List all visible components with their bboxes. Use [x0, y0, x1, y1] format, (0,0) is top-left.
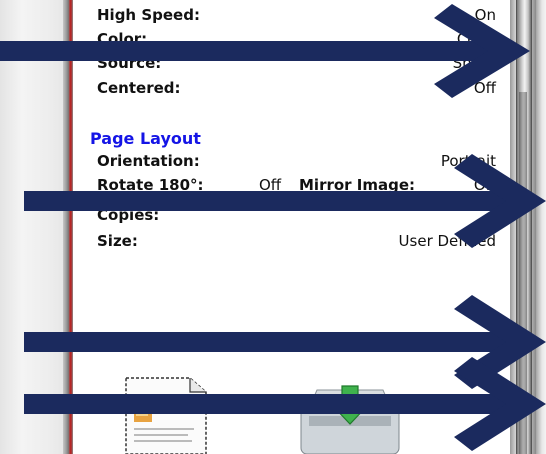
setting-value: On [474, 6, 496, 24]
setting-value: Off [473, 79, 496, 97]
setting-label: Source: [97, 54, 162, 72]
scrollbar-groove [519, 92, 527, 454]
setting-row-rotate-mirror: Rotate 180°: Off Mirror Image: Off [97, 174, 496, 196]
setting-label: Color: [97, 30, 148, 48]
setting-row-source: Source: Sheet [97, 52, 496, 74]
setting-label: Mirror Image: [299, 176, 416, 194]
setting-row-size: Size: User Defined [97, 230, 496, 252]
setting-value: Sheet [452, 54, 496, 72]
window-right-edge [536, 0, 546, 454]
page-layout-heading: Page Layout [90, 129, 201, 148]
setting-value: Off [473, 176, 496, 194]
window-left-border [63, 0, 73, 454]
setting-value: Off [259, 176, 282, 194]
setting-row-orientation: Orientation: Portrait [97, 150, 496, 172]
setting-value: User Defined [398, 232, 496, 250]
setting-row-color: Color: Color [97, 28, 496, 50]
screen: High Speed: On Color: Color Source: Shee… [0, 0, 546, 454]
setting-label: High Speed: [97, 6, 200, 24]
setting-label: Copies: [97, 206, 160, 224]
vertical-scrollbar[interactable] [510, 0, 536, 454]
setting-row-centered: Centered: Off [97, 77, 496, 99]
setting-value: Color [456, 30, 496, 48]
setting-row-high-speed: High Speed: On [97, 4, 496, 26]
setting-label: Rotate 180°: [97, 176, 204, 194]
setting-label: Size: [97, 232, 138, 250]
setting-label: Orientation: [97, 152, 200, 170]
setting-value: Portrait [440, 152, 496, 170]
setting-label: Centered: [97, 79, 181, 97]
document-preview-icon[interactable] [120, 372, 212, 454]
printer-icon[interactable] [295, 378, 405, 454]
setting-row-copies: Copies: [97, 204, 496, 226]
